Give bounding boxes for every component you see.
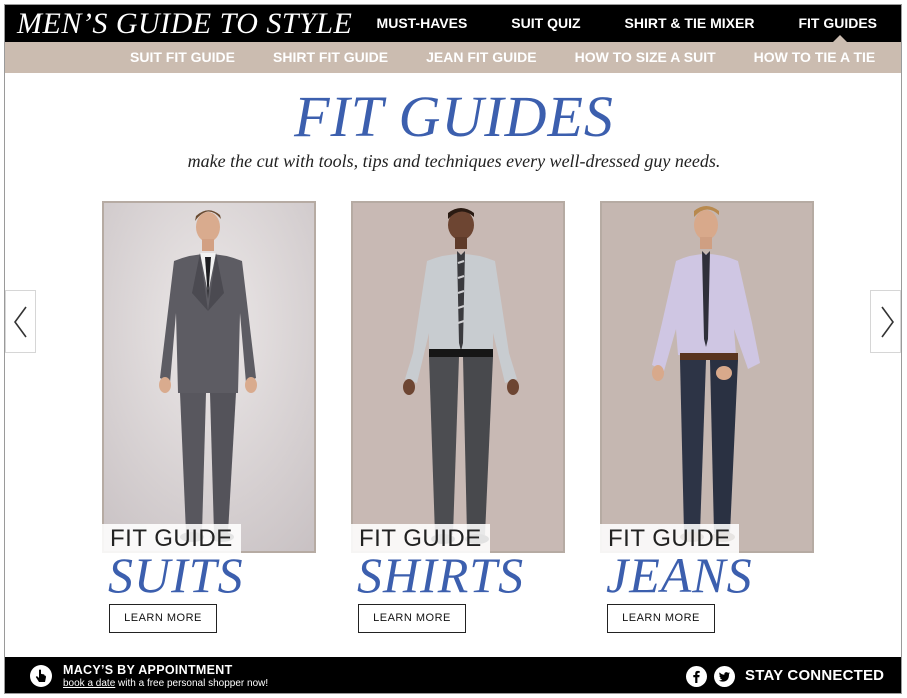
- appointment-text: book a date with a free personal shopper…: [63, 678, 268, 690]
- nav-fit-guides[interactable]: FIT GUIDES: [776, 5, 901, 42]
- appointment-title[interactable]: MACY’S BY APPOINTMENT: [63, 663, 233, 677]
- fit-guide-card-shirts: FIT GUIDE SHIRTS LEARN MORE: [351, 201, 565, 641]
- appointment-text-rest: with a free personal shopper now!: [115, 678, 269, 689]
- subnav-jean-fit-guide[interactable]: JEAN FIT GUIDE: [407, 42, 555, 73]
- category-title-shirts[interactable]: SHIRTS: [357, 549, 524, 601]
- nav-shirt-tie-mixer[interactable]: SHIRT & TIE MIXER: [603, 5, 777, 42]
- category-title-suits[interactable]: SUITS: [108, 549, 244, 601]
- sub-nav: SUIT FIT GUIDE SHIRT FIT GUIDE JEAN FIT …: [5, 42, 901, 73]
- nav-must-haves[interactable]: MUST-HAVES: [355, 5, 490, 42]
- shirt-model-photo[interactable]: [351, 201, 565, 553]
- suit-model-photo[interactable]: [102, 201, 316, 553]
- brand-logo[interactable]: MEN’S GUIDE TO STYLE: [17, 7, 352, 41]
- carousel-next-button[interactable]: [870, 290, 901, 353]
- top-bar: MEN’S GUIDE TO STYLE MUST-HAVES SUIT QUI…: [5, 5, 901, 42]
- fit-guide-card-jeans: FIT GUIDE JEANS LEARN MORE: [600, 201, 814, 641]
- carousel-prev-button[interactable]: [5, 290, 36, 353]
- page-title: FIT GUIDES: [294, 84, 614, 149]
- main-nav: MUST-HAVES SUIT QUIZ SHIRT & TIE MIXER F…: [355, 5, 901, 42]
- twitter-icon[interactable]: [714, 666, 735, 687]
- stay-connected-label: STAY CONNECTED: [745, 667, 885, 684]
- book-a-date-link[interactable]: book a date: [63, 678, 115, 689]
- facebook-icon[interactable]: [686, 666, 707, 687]
- chevron-right-icon: [881, 306, 894, 338]
- subnav-shirt-fit-guide[interactable]: SHIRT FIT GUIDE: [254, 42, 407, 73]
- category-title-jeans[interactable]: JEANS: [606, 549, 753, 601]
- page-subtitle: make the cut with tools, tips and techni…: [187, 151, 721, 171]
- page-frame: MEN’S GUIDE TO STYLE MUST-HAVES SUIT QUI…: [4, 4, 902, 694]
- learn-more-button-jeans[interactable]: LEARN MORE: [607, 604, 715, 633]
- subnav-how-to-tie-a-tie[interactable]: HOW TO TIE A TIE: [735, 42, 895, 73]
- footer-bar: MACY’S BY APPOINTMENT book a date with a…: [5, 657, 901, 693]
- learn-more-button-shirts[interactable]: LEARN MORE: [358, 604, 466, 633]
- subnav-how-to-size-a-suit[interactable]: HOW TO SIZE A SUIT: [556, 42, 735, 73]
- fit-guide-card-suits: FIT GUIDE SUITS LEARN MORE: [102, 201, 316, 641]
- jeans-model-photo[interactable]: [600, 201, 814, 553]
- chevron-left-icon: [14, 306, 27, 338]
- subnav-suit-fit-guide[interactable]: SUIT FIT GUIDE: [111, 42, 254, 73]
- hand-pointer-icon[interactable]: [29, 664, 53, 688]
- nav-suit-quiz[interactable]: SUIT QUIZ: [489, 5, 602, 42]
- learn-more-button-suits[interactable]: LEARN MORE: [109, 604, 217, 633]
